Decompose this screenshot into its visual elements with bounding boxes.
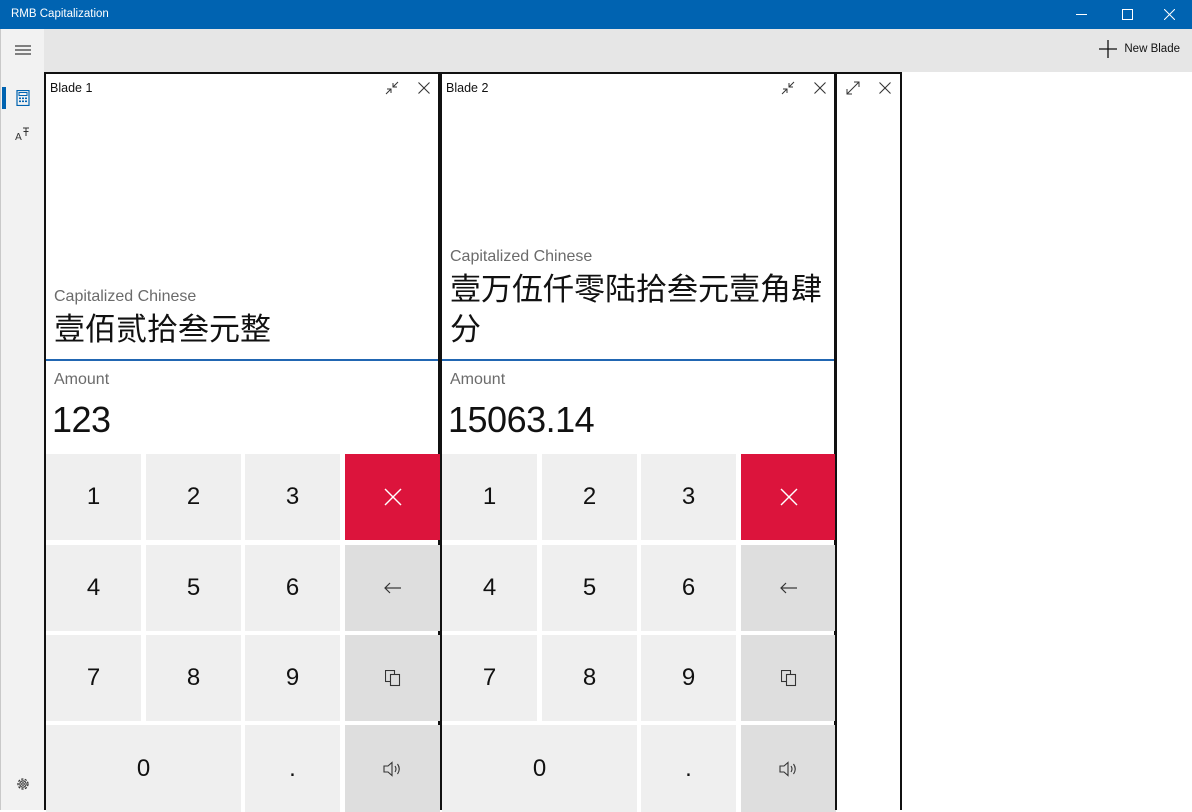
settings-icon: [17, 778, 29, 790]
key-8[interactable]: 8: [542, 635, 637, 721]
collapse-icon: [781, 81, 795, 95]
calculator-icon: [16, 90, 30, 106]
clear-icon: [780, 488, 797, 506]
key-7[interactable]: 7: [46, 635, 141, 721]
minimize-button[interactable]: [1058, 0, 1104, 29]
hamburger-menu-button[interactable]: [1, 33, 45, 67]
amount-value[interactable]: 123: [52, 399, 111, 441]
amount-label: Amount: [450, 371, 506, 388]
nav-item-calculator[interactable]: [1, 81, 45, 115]
keypad: 1 2 3 4 5 6 7 8 9 0 .: [46, 454, 440, 812]
key-9[interactable]: 9: [245, 635, 340, 721]
capitalized-value: 壹万伍仟零陆拾叁元壹角肆分: [450, 272, 822, 348]
collapsed-blade: [835, 72, 902, 810]
maximize-button[interactable]: [1104, 0, 1150, 29]
blade-2: Capitalized Chinese 壹万伍仟零陆拾叁元壹角肆分 Blade …: [440, 72, 836, 812]
speak-button[interactable]: [345, 725, 440, 812]
key-2[interactable]: 2: [542, 454, 637, 540]
close-window-button[interactable]: [1146, 0, 1192, 29]
close-blade-button[interactable]: [807, 77, 833, 99]
key-decimal[interactable]: .: [245, 725, 340, 812]
blade-title: Blade 1: [50, 81, 93, 95]
collapse-button[interactable]: [775, 77, 801, 99]
key-decimal[interactable]: .: [641, 725, 736, 812]
collapse-icon: [385, 81, 399, 95]
close-blade-button[interactable]: [872, 77, 898, 99]
clear-icon: [384, 488, 401, 506]
speak-button[interactable]: [741, 725, 836, 812]
minimize-icon: [1075, 14, 1087, 15]
backspace-icon: [383, 582, 401, 594]
result-area: Capitalized Chinese 壹万伍仟零陆拾叁元壹角肆分: [442, 74, 834, 361]
close-icon: [879, 82, 891, 94]
clear-button[interactable]: [345, 454, 440, 540]
close-icon: [1163, 9, 1175, 20]
title-bar: RMB Capitalization: [0, 0, 1192, 29]
key-6[interactable]: 6: [641, 545, 736, 631]
copy-icon: [384, 669, 400, 686]
speaker-icon: [778, 760, 796, 777]
add-icon: [1099, 40, 1118, 58]
close-blade-button[interactable]: [411, 77, 437, 99]
key-4[interactable]: 4: [442, 545, 537, 631]
capitalized-label: Capitalized Chinese: [450, 248, 593, 265]
key-4[interactable]: 4: [46, 545, 141, 631]
svg-text:A: A: [15, 132, 22, 141]
key-0[interactable]: 0: [442, 725, 637, 812]
window-title: RMB Capitalization: [11, 8, 109, 20]
key-7[interactable]: 7: [442, 635, 537, 721]
blade-1: Capitalized Chinese 壹佰贰拾叁元整 Blade 1 Amou…: [44, 72, 440, 812]
clear-button[interactable]: [741, 454, 836, 540]
copy-button[interactable]: [345, 635, 440, 721]
expand-icon: [846, 81, 860, 95]
font-size-icon: A: [15, 127, 29, 141]
amount-label: Amount: [54, 371, 110, 388]
nav-sidebar: A: [0, 29, 44, 810]
result-area: Capitalized Chinese 壹佰贰拾叁元整: [46, 74, 438, 361]
key-9[interactable]: 9: [641, 635, 736, 721]
copy-button[interactable]: [741, 635, 836, 721]
capitalized-value: 壹佰贰拾叁元整: [54, 312, 271, 348]
hamburger-icon: [15, 45, 31, 55]
keypad: 1 2 3 4 5 6 7 8 9 0 .: [442, 454, 836, 812]
key-3[interactable]: 3: [245, 454, 340, 540]
backspace-button[interactable]: [741, 545, 836, 631]
blade-title: Blade 2: [446, 81, 489, 95]
speaker-icon: [382, 760, 400, 777]
key-2[interactable]: 2: [146, 454, 241, 540]
amount-value[interactable]: 15063.14: [448, 399, 595, 441]
expand-button[interactable]: [840, 77, 866, 99]
settings-button[interactable]: [1, 767, 45, 801]
copy-icon: [780, 669, 796, 686]
close-icon: [418, 82, 430, 94]
new-blade-label: New Blade: [1124, 43, 1180, 55]
key-5[interactable]: 5: [146, 545, 241, 631]
key-3[interactable]: 3: [641, 454, 736, 540]
key-0[interactable]: 0: [46, 725, 241, 812]
capitalized-label: Capitalized Chinese: [54, 288, 197, 305]
backspace-button[interactable]: [345, 545, 440, 631]
close-icon: [814, 82, 826, 94]
key-1[interactable]: 1: [442, 454, 537, 540]
command-bar: New Blade: [44, 29, 1192, 72]
key-5[interactable]: 5: [542, 545, 637, 631]
collapse-button[interactable]: [379, 77, 405, 99]
maximize-icon: [1121, 9, 1133, 20]
key-1[interactable]: 1: [46, 454, 141, 540]
backspace-icon: [779, 582, 797, 594]
key-8[interactable]: 8: [146, 635, 241, 721]
nav-item-font[interactable]: A: [1, 116, 45, 150]
key-6[interactable]: 6: [245, 545, 340, 631]
new-blade-button[interactable]: New Blade: [1099, 40, 1180, 58]
